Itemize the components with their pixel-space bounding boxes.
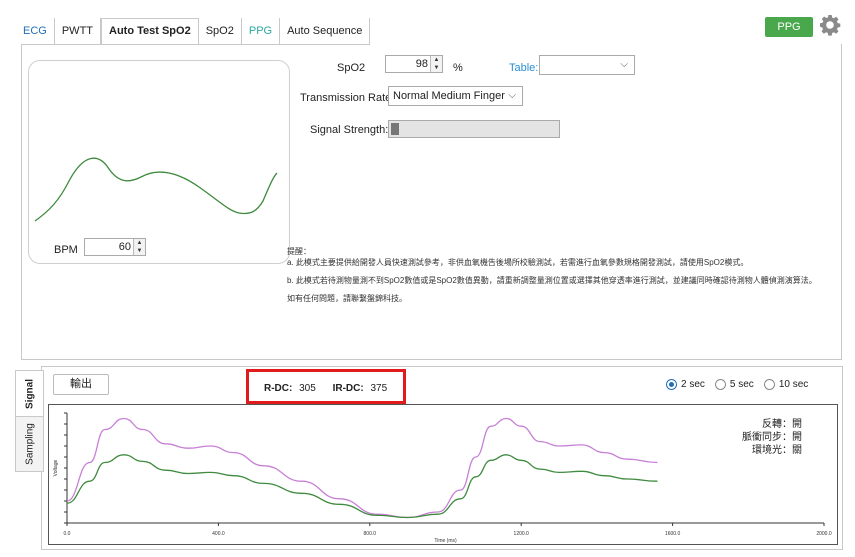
rdc-label: R-DC: (264, 383, 293, 394)
tab-signal[interactable]: Signal (15, 370, 44, 417)
bpm-value: 60 (118, 241, 131, 253)
bpm-stepper[interactable]: 60 ▲ ▼ (84, 238, 146, 256)
radio-5sec[interactable]: 5 sec (714, 379, 754, 390)
signal-strength-label: Signal Strength: (310, 124, 389, 136)
time-window-radios: 2 sec 5 sec 10 sec (666, 379, 818, 390)
radio-2sec[interactable]: 2 sec (666, 379, 705, 390)
irdc-label: IR-DC: (332, 383, 364, 394)
side-tabs: Signal Sampling (15, 370, 44, 485)
spo2-label: SpO2 (337, 62, 366, 74)
status-pulse-sync: 脈衝同步：開 (742, 432, 802, 443)
series-line-2 (66, 454, 658, 519)
tab-ecg[interactable]: ECG (21, 18, 55, 44)
signal-plot: 0.0 400.0 800.0 1200.0 1600.0 2000.0 Time (ms)… (48, 404, 838, 545)
table-label: Table: (509, 62, 539, 74)
x-tick-label: 1600.0 (665, 531, 681, 537)
status-block: 反轉：開 脈衝同步：開 環境光：關 (742, 418, 802, 457)
tab-auto-sequence[interactable]: Auto Sequence (280, 18, 371, 44)
signal-strength-bar (388, 120, 560, 138)
status-ambient-light: 環境光：關 (752, 445, 802, 456)
spo2-unit: % (453, 62, 463, 74)
transmission-rate-select[interactable]: Normal Medium Finger ⌵ (388, 86, 523, 106)
notes-item-a: a. 此模式主要提供給開發人員快速測試參考，非供血氧機告後場所校驗測試，若需進行… (287, 258, 749, 267)
x-tick-label: 2000.0 (816, 531, 832, 537)
spo2-stepper-buttons[interactable]: ▲ ▼ (430, 56, 442, 72)
rdc-value: 305 (299, 383, 316, 394)
x-tick-label: 400.0 (212, 531, 225, 537)
x-axis-label: Time (ms) (434, 538, 457, 544)
export-button[interactable]: 輸出 (53, 374, 109, 395)
ppg-badge[interactable]: PPG (765, 17, 813, 37)
x-tick-label: 0.0 (64, 531, 71, 537)
tab-ppg[interactable]: PPG (242, 18, 281, 44)
radio-10sec[interactable]: 10 sec (763, 379, 808, 390)
series-line-1 (66, 417, 658, 519)
x-tick-label: 800.0 (364, 531, 377, 537)
radio-dot[interactable] (714, 379, 726, 390)
notes: 提醒： a. 此模式主要提供給開發人員快速測試參考，非供血氧機告後場所校驗測試，… (287, 246, 827, 311)
bpm-label: BPM (54, 244, 78, 256)
transmission-rate-label: Transmission Rate (300, 92, 392, 104)
transmission-rate-value: Normal Medium Finger (393, 90, 505, 102)
notes-heading: 提醒： (287, 247, 311, 256)
status-invert: 反轉：開 (762, 419, 802, 430)
tab-pwtt[interactable]: PWTT (55, 18, 102, 44)
irdc-value: 375 (370, 383, 388, 394)
chevron-down-icon: ⌵ (508, 90, 516, 101)
tab-spo2[interactable]: SpO2 (199, 18, 242, 44)
tab-bar: ECG PWTT Auto Test SpO2 SpO2 PPG Auto Se… (21, 18, 371, 45)
radio-dot[interactable] (666, 379, 677, 390)
signal-strength-fill (391, 123, 400, 135)
y-axis-label: Voltage (53, 459, 59, 476)
pulse-waveform (34, 157, 278, 222)
spo2-value: 98 (415, 58, 428, 70)
gear-icon[interactable] (818, 13, 842, 37)
pulse-waveform-box (28, 60, 290, 264)
chevron-down-icon: ⌵ (620, 59, 628, 70)
dc-readout: R-DC: 305 IR-DC: 375 (264, 383, 387, 394)
tab-auto-test-spo2[interactable]: Auto Test SpO2 (101, 18, 199, 44)
tab-sampling[interactable]: Sampling (15, 416, 44, 472)
notes-contact: 如有任何問題，請聯繫盤錦科技。 (287, 294, 407, 303)
signal-chart: 0.0 400.0 800.0 1200.0 1600.0 2000.0 Time (ms)… (53, 412, 832, 544)
bpm-stepper-buttons[interactable]: ▲ ▼ (133, 239, 145, 255)
radio-dot[interactable] (763, 379, 775, 390)
notes-item-b: b. 此模式若待測物量測不到SpO2數值或是SpO2數值異動，請重新調整量測位置… (287, 276, 817, 285)
spo2-stepper[interactable]: 98 ▲ ▼ (385, 55, 443, 73)
table-select[interactable]: ⌵ (539, 55, 635, 75)
x-tick-label: 1200.0 (514, 531, 530, 537)
